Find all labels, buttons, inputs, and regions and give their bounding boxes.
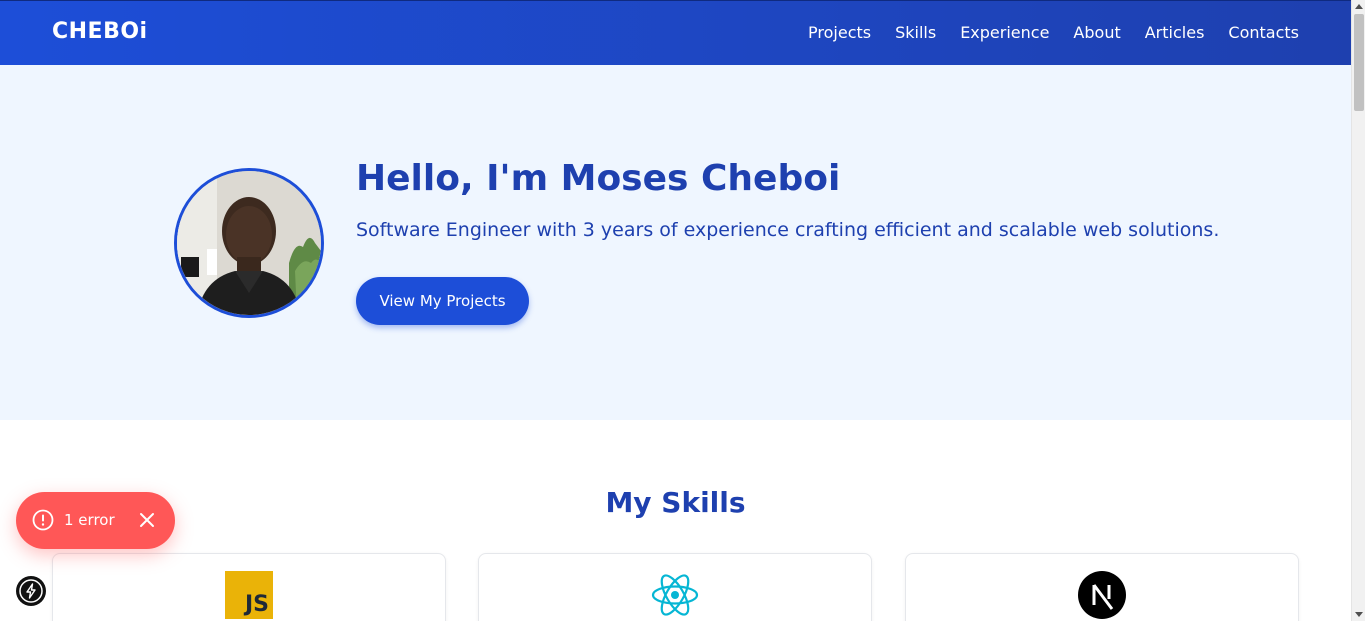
nextjs-icon [1078,571,1126,619]
profile-photo [177,171,321,315]
brand-logo[interactable]: CHEBOi [52,19,148,44]
profile-avatar [174,168,324,318]
scroll-down-arrow-icon[interactable] [1355,612,1363,617]
skill-card-javascript: JS [52,553,446,621]
error-count: 1 error [64,511,115,529]
nav-link-contacts[interactable]: Contacts [1228,23,1299,42]
bolt-icon [19,579,43,603]
close-icon[interactable] [138,511,156,529]
skill-card-react [478,553,872,621]
view-projects-button[interactable]: View My Projects [356,277,529,325]
nav-links: Projects Skills Experience About Article… [808,23,1299,42]
react-icon [651,574,699,616]
scroll-thumb[interactable] [1354,14,1364,111]
hero-subtitle: Software Engineer with 3 years of experi… [356,219,1220,241]
skill-card-nextjs [905,553,1299,621]
javascript-icon: JS [225,571,273,619]
nav-link-experience[interactable]: Experience [960,23,1049,42]
navbar: CHEBOi Projects Skills Experience About … [0,0,1351,65]
alert-icon [32,509,54,531]
javascript-icon-label: JS [244,592,269,617]
nav-link-skills[interactable]: Skills [895,23,936,42]
nav-link-about[interactable]: About [1073,23,1120,42]
nav-link-projects[interactable]: Projects [808,23,871,42]
hero-section: Hello, I'm Moses Cheboi Software Enginee… [0,65,1351,420]
nav-link-articles[interactable]: Articles [1145,23,1205,42]
devtools-badge[interactable] [16,576,46,606]
hero-title: Hello, I'm Moses Cheboi [356,158,841,199]
scroll-up-arrow-icon[interactable] [1355,4,1363,9]
page-scrollbar[interactable] [1351,0,1365,621]
skills-title: My Skills [605,486,746,519]
